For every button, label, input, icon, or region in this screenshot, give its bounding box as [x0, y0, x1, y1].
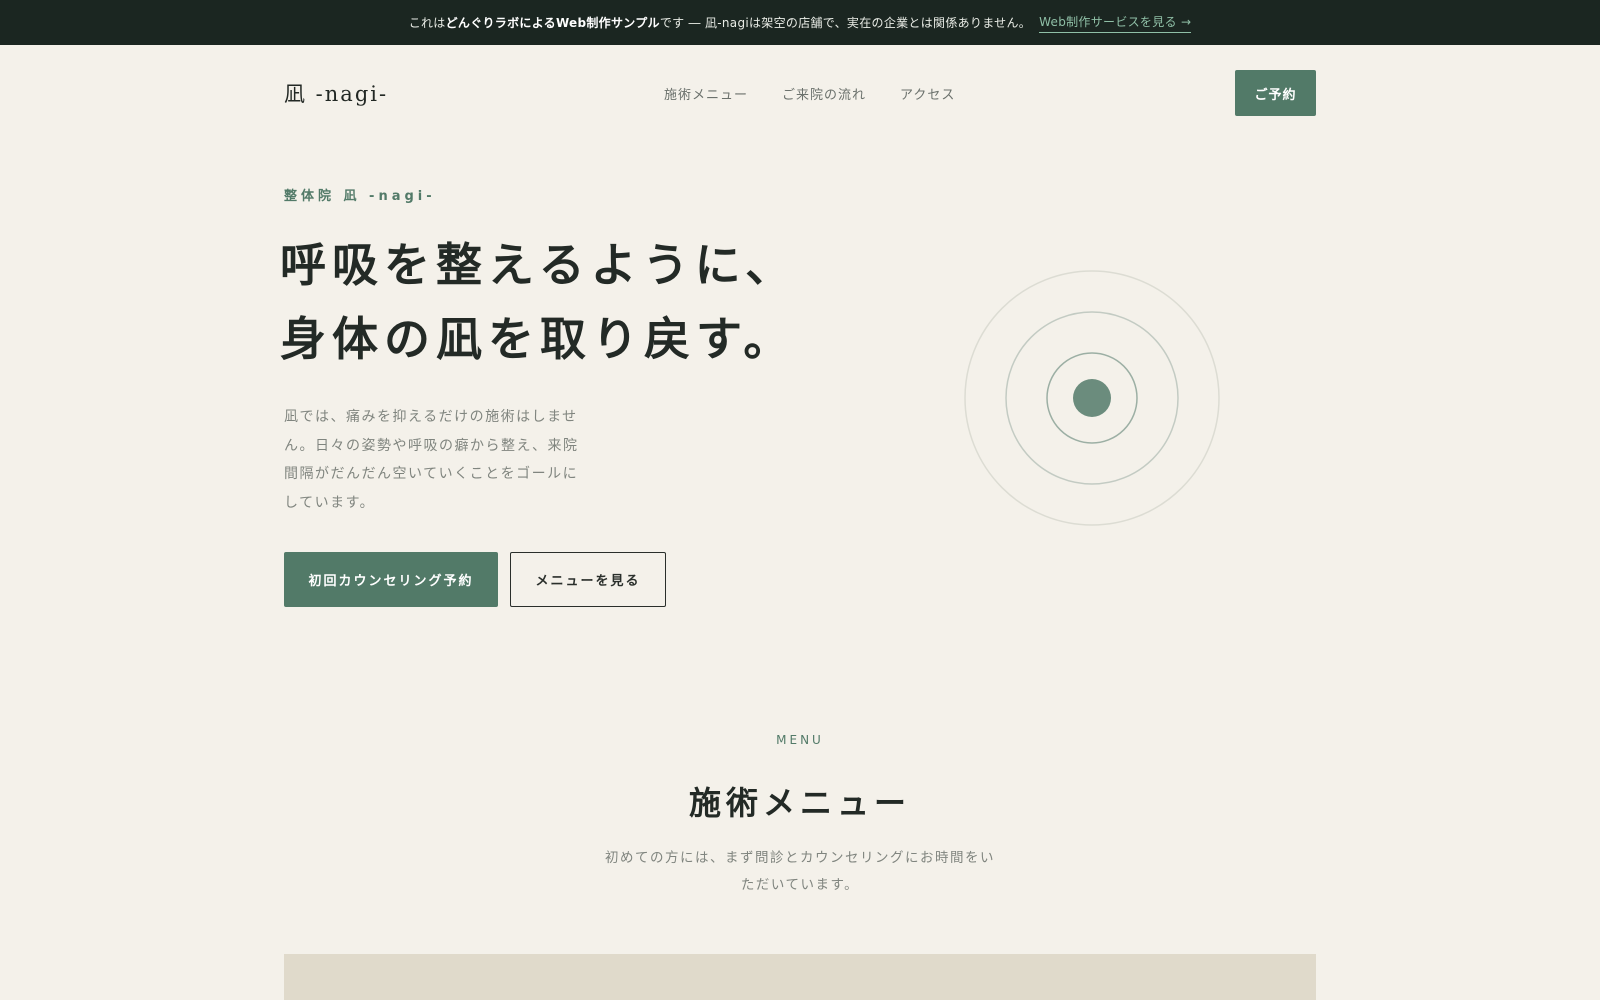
- menu-section-description: 初めての方には、まず問診とカウンセリングにお時間をいただいています。: [605, 850, 995, 893]
- nav-item-access[interactable]: アクセス: [900, 84, 955, 103]
- banner-prefix: これは: [408, 16, 446, 30]
- hero-title-line-2: 身体の凪を取り戻す。: [280, 312, 796, 366]
- nav-item-menu[interactable]: 施術メニュー: [664, 84, 748, 103]
- menu-section-eyebrow: MENU: [776, 733, 824, 747]
- banner-suffix: です ― 凪-nagiは架空の店舗で、実在の企業とは関係ありません。: [659, 16, 1032, 30]
- top-banner: これは どんぐりラボによるWeb制作サンプル です ― 凪-nagiは架空の店舗…: [0, 0, 1600, 45]
- hero-tagline: 整体院 凪 -nagi-: [284, 189, 436, 204]
- ripple-center-dot: [1073, 379, 1111, 417]
- site-logo[interactable]: 凪 -nagi-: [284, 78, 388, 108]
- hero-title-line-1: 呼吸を整えるように、: [280, 238, 798, 292]
- nav-item-flow[interactable]: ご来院の流れ: [782, 84, 866, 103]
- counseling-reserve-button[interactable]: 初回カウンセリング予約: [284, 552, 498, 607]
- ripple-rings-graphic: [964, 270, 1220, 526]
- hero-title: 呼吸を整えるように、 身体の凪を取り戻す。: [280, 228, 840, 376]
- banner-service-link[interactable]: Web制作サービスを見る →: [1039, 13, 1192, 33]
- main-nav: 施術メニュー ご来院の流れ アクセス: [664, 70, 955, 116]
- hero-description: 凪では、痛みを抑えるだけの施術はしません。日々の姿勢や呼吸の癖から整え、来院間隔…: [284, 409, 579, 511]
- site-header: 凪 -nagi- 施術メニュー ご来院の流れ アクセス ご予約: [284, 70, 1316, 116]
- view-menu-button[interactable]: メニューを見る: [510, 552, 666, 607]
- menu-section-title: 施術メニュー: [688, 784, 911, 822]
- reserve-button[interactable]: ご予約: [1235, 70, 1316, 116]
- banner-bold-text: どんぐりラボによるWeb制作サンプル: [445, 16, 660, 30]
- menu-card-top: [284, 954, 1316, 1000]
